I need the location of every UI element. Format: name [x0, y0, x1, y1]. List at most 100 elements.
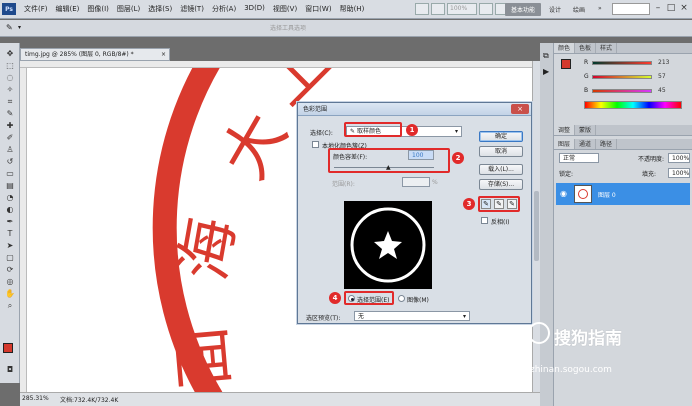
history-panel-icon[interactable]: ⧉ [543, 51, 549, 61]
status-zoom-level[interactable]: 285.31% [22, 395, 49, 402]
healing-brush-icon[interactable]: ✚ [4, 121, 16, 131]
shape-tool-icon[interactable]: ▢ [4, 253, 16, 263]
cancel-button[interactable]: 取消 [479, 146, 523, 157]
eraser-tool-icon[interactable]: ▭ [4, 169, 16, 179]
clone-stamp-icon[interactable]: ♙ [4, 145, 16, 155]
path-select-icon[interactable]: ➤ [4, 241, 16, 251]
dialog-title-bar[interactable]: 色彩范围 [298, 103, 531, 116]
layer-visibility-eye-icon[interactable]: ◉ [560, 189, 567, 198]
menu-image[interactable]: 图像(I) [83, 4, 113, 14]
color-r-value[interactable]: 213 [658, 59, 669, 66]
3d-orbit-icon[interactable]: ◎ [4, 277, 16, 287]
preview-star-icon [374, 231, 402, 259]
color-g-value[interactable]: 57 [658, 73, 666, 80]
tool-preset-chevron-down-icon[interactable]: ▾ [18, 25, 24, 31]
menu-file[interactable]: 文件(F) [20, 4, 52, 14]
tab-adjustments[interactable]: 调整 [554, 125, 576, 135]
tab-channels[interactable]: 通道 [575, 139, 597, 149]
workspace-design-link[interactable]: 设计 [549, 5, 561, 14]
zoom-tool-icon[interactable]: ⌕ [4, 301, 16, 311]
tab-swatches[interactable]: 色板 [575, 43, 597, 53]
eyedropper-tool-icon[interactable]: ✎ [6, 23, 16, 33]
invert-checkbox[interactable] [481, 217, 488, 224]
dodge-tool-icon[interactable]: ◐ [4, 205, 16, 215]
tab-masks[interactable]: 蒙版 [575, 125, 597, 135]
save-button[interactable]: 存储(S)... [479, 179, 523, 190]
foreground-color-swatch[interactable] [3, 343, 13, 353]
lasso-tool-icon[interactable]: ◌ [4, 73, 16, 83]
menu-help[interactable]: 帮助(H) [336, 4, 369, 14]
layer-row[interactable]: ◉ 图层 0 [556, 183, 690, 205]
color-panel-fg-swatch[interactable] [561, 59, 571, 69]
maximize-button[interactable]: □ [665, 2, 677, 14]
load-button[interactable]: 载入(L)... [479, 164, 523, 175]
menu-filter[interactable]: 滤镜(T) [176, 4, 208, 14]
photoshop-logo: Ps [2, 3, 16, 15]
3d-rotate-icon[interactable]: ⟳ [4, 265, 16, 275]
menu-view[interactable]: 视图(V) [269, 4, 301, 14]
layer-panel-tabs: 图层 通道 路径 [554, 139, 692, 150]
right-panel-dock: ⧉ ▶ 颜色 色板 样式 R 213 G 57 B 45 调整 蒙版 图层 通道… [540, 43, 692, 406]
scrollbar-thumb[interactable] [534, 191, 539, 261]
selection-preview-dropdown[interactable]: 无 ▾ [354, 311, 470, 321]
color-g-slider[interactable] [592, 75, 652, 79]
localized-color-checkbox[interactable] [312, 141, 319, 148]
document-tab-close-icon[interactable]: × [161, 49, 166, 60]
document-tab[interactable]: timg.jpg @ 285% (图层 0, RGB/8#) * × [20, 48, 170, 61]
image-radio[interactable] [398, 295, 405, 302]
pen-tool-icon[interactable]: ✒ [4, 217, 16, 227]
close-app-button[interactable]: × [678, 2, 690, 14]
adjustments-panel: 调整 蒙版 [554, 125, 692, 139]
bridge-button[interactable] [415, 3, 429, 15]
cs-live-search-input[interactable] [612, 3, 650, 15]
quick-select-tool-icon[interactable]: ✧ [4, 85, 16, 95]
dialog-close-button[interactable]: × [511, 104, 529, 114]
tab-layers[interactable]: 图层 [554, 139, 576, 149]
tab-styles[interactable]: 样式 [596, 43, 618, 53]
menu-layer[interactable]: 图层(L) [113, 4, 144, 14]
actions-panel-icon[interactable]: ▶ [543, 67, 549, 76]
tab-color[interactable]: 颜色 [554, 43, 576, 53]
layer-name[interactable]: 图层 0 [598, 190, 616, 199]
color-spectrum-bar[interactable] [584, 101, 682, 109]
minimize-button[interactable]: – [652, 2, 664, 14]
color-r-slider[interactable] [592, 61, 652, 65]
color-b-value[interactable]: 45 [658, 87, 666, 94]
menu-3d[interactable]: 3D(D) [240, 4, 269, 14]
blur-tool-icon[interactable]: ◔ [4, 193, 16, 203]
toolbox: ✥ ⬚ ◌ ✧ ⌗ ✎ ✚ ✐ ♙ ↺ ▭ ▤ ◔ ◐ ✒ T ➤ ▢ ⟳ ◎ … [0, 43, 20, 383]
zoom-level-select[interactable]: 100% [447, 3, 477, 15]
preview-stamp-svg [350, 207, 426, 283]
color-panel: 颜色 色板 样式 R 213 G 57 B 45 [554, 43, 692, 115]
workspace-painting-link[interactable]: 绘画 [573, 5, 585, 14]
marquee-tool-icon[interactable]: ⬚ [4, 61, 16, 71]
quick-mask-icon[interactable]: ◘ [4, 365, 16, 375]
menu-edit[interactable]: 编辑(E) [52, 4, 84, 14]
step-badge-4: 4 [329, 292, 341, 304]
highlight-box-eyedroppers [478, 196, 520, 212]
app-bar-controls: 100% [415, 3, 509, 15]
mini-bridge-button[interactable] [431, 3, 445, 15]
menu-select[interactable]: 选择(S) [144, 4, 176, 14]
history-brush-icon[interactable]: ↺ [4, 157, 16, 167]
workspace-more-link[interactable]: » [598, 5, 602, 12]
type-tool-icon[interactable]: T [4, 229, 16, 239]
hand-tool-icon[interactable]: ✋ [4, 289, 16, 299]
move-tool-icon[interactable]: ✥ [4, 49, 16, 59]
opacity-input[interactable]: 100% [668, 153, 690, 163]
brush-tool-icon[interactable]: ✐ [4, 133, 16, 143]
blend-mode-select[interactable]: 正常 [559, 153, 599, 163]
range-input [402, 177, 430, 187]
gradient-tool-icon[interactable]: ▤ [4, 181, 16, 191]
hand-tool-button[interactable] [479, 3, 493, 15]
eyedropper-icon[interactable]: ✎ [4, 109, 16, 119]
crop-tool-icon[interactable]: ⌗ [4, 97, 16, 107]
menu-window[interactable]: 窗口(W) [301, 4, 335, 14]
tab-paths[interactable]: 路径 [596, 139, 618, 149]
menu-analysis[interactable]: 分析(A) [208, 4, 240, 14]
fill-input[interactable]: 100% [668, 168, 690, 178]
select-label: 选择(C): [310, 130, 333, 137]
workspace-essentials-button[interactable]: 基本功能 [505, 3, 541, 16]
color-b-slider[interactable] [592, 89, 652, 93]
ok-button[interactable]: 确定 [479, 131, 523, 142]
